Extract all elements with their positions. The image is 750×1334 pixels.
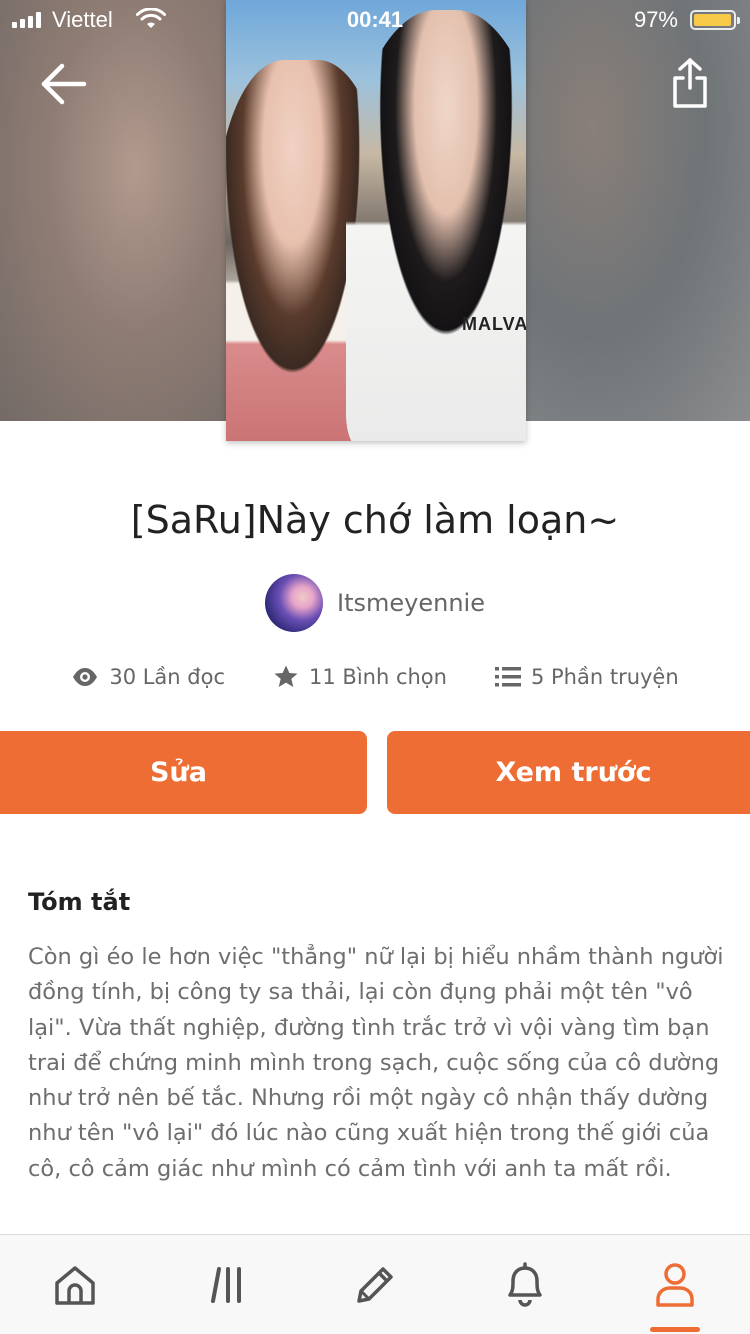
blurred-cover-left: [0, 0, 226, 421]
battery-icon: [690, 10, 740, 30]
tab-profile[interactable]: [650, 1259, 700, 1311]
status-bar: Viettel 00:41 97%: [0, 0, 750, 40]
share-icon: [673, 58, 707, 108]
star-icon: [274, 665, 298, 687]
share-button[interactable]: [670, 56, 710, 110]
story-stats: 30 Lần đọc 11 Bình chọn 5 Phần truyện: [0, 664, 750, 690]
votes-label: 11 Bình chọn: [309, 665, 447, 689]
preview-button[interactable]: Xem trước: [387, 731, 750, 814]
battery-percent: 97%: [633, 7, 678, 32]
active-tab-indicator: [650, 1327, 700, 1332]
stat-parts: 5 Phần truyện: [494, 665, 679, 689]
tab-notifications[interactable]: [500, 1259, 550, 1311]
list-icon: [494, 667, 521, 687]
author-name[interactable]: Itsmeyennie: [337, 589, 485, 617]
edit-button[interactable]: Sửa: [0, 731, 367, 814]
blurred-cover-right: [526, 0, 750, 421]
bell-icon: [508, 1262, 542, 1307]
cover-image: MALVAC: [226, 0, 526, 441]
stat-reads: 30 Lần đọc: [71, 665, 225, 689]
tab-library[interactable]: [202, 1259, 252, 1311]
summary-text: Còn gì éo le hơn việc "thẳng" nữ lại bị …: [28, 944, 724, 1182]
author-row[interactable]: Itsmeyennie: [0, 574, 750, 632]
tab-write[interactable]: [350, 1259, 400, 1311]
write-icon: [357, 1267, 393, 1303]
avatar[interactable]: [265, 574, 324, 632]
reads-label: 30 Lần đọc: [109, 665, 226, 689]
home-icon: [55, 1266, 95, 1305]
tab-home[interactable]: [50, 1259, 100, 1311]
summary-heading: Tóm tắt: [28, 888, 131, 916]
profile-icon: [656, 1263, 694, 1307]
cover-shirt-text: MALVAC: [462, 314, 526, 334]
bottom-tab-bar: [0, 1234, 750, 1334]
library-icon: [211, 1267, 241, 1303]
arrow-left-icon: [41, 63, 87, 105]
back-button[interactable]: [38, 62, 90, 106]
eye-icon: [73, 668, 98, 686]
story-title: [SaRu]Này chớ làm loạn~: [130, 498, 620, 542]
parts-label: 5 Phần truyện: [530, 665, 679, 689]
stat-votes: 11 Bình chọn: [273, 664, 447, 690]
